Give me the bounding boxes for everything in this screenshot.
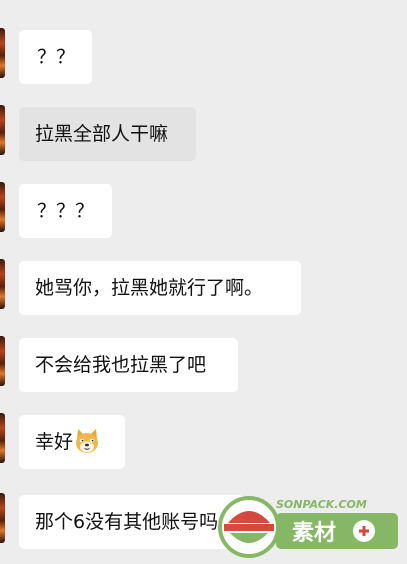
message-bubble[interactable]: ？？	[19, 30, 92, 84]
message-text: ？？？	[37, 200, 95, 222]
sender-avatar[interactable]	[0, 413, 5, 463]
sender-avatar[interactable]	[0, 182, 5, 232]
message-bubble[interactable]: 她骂你，拉黑她就行了啊。	[19, 261, 301, 315]
doge-emoji-icon	[76, 428, 99, 453]
sender-avatar[interactable]	[0, 28, 5, 78]
message-text: 拉黑全部人干嘛	[35, 123, 169, 145]
sonpack-logo-icon: SONPACK.COM 素材	[218, 496, 398, 558]
sender-avatar[interactable]	[0, 105, 5, 155]
sender-avatar[interactable]	[0, 259, 5, 309]
sender-avatar[interactable]	[0, 493, 5, 543]
message-text: 不会给我也拉黑了吧	[35, 354, 207, 376]
message-bubble[interactable]: ？？？	[19, 184, 112, 238]
message-text: 那个6没有其他账号吗	[35, 511, 219, 533]
message-bubble[interactable]: 那个6没有其他账号吗	[19, 495, 244, 549]
sender-avatar[interactable]	[0, 336, 5, 386]
message-bubble[interactable]: 拉黑全部人干嘛	[19, 107, 196, 161]
message-text: 她骂你，拉黑她就行了啊。	[35, 277, 264, 299]
watermark: SONPACK.COM 素材	[214, 489, 407, 560]
watermark-latin-text: SONPACK.COM	[276, 498, 367, 511]
message-bubble[interactable]: 幸好	[19, 415, 125, 469]
message-text: 幸好	[35, 431, 74, 453]
message-bubble[interactable]: 不会给我也拉黑了吧	[19, 338, 238, 392]
watermark-chinese-text: 素材	[292, 520, 336, 546]
message-text: ？？	[37, 46, 76, 68]
